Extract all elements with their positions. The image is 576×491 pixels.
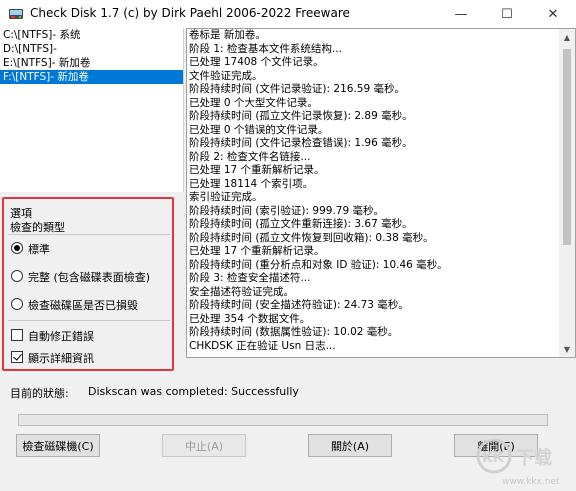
status-value: Diskscan was completed: Successfully xyxy=(88,385,299,398)
watermark-logo: KK 下载 www.kkx.net xyxy=(468,430,576,488)
log-line: 阶段持续时间 (文件记录检查错误): 1.96 毫秒。 xyxy=(189,137,413,149)
svg-text:KK: KK xyxy=(482,450,505,466)
svg-text:www.kkx.net: www.kkx.net xyxy=(502,477,560,487)
log-line: 已处理 0 个大型文件记录。 xyxy=(189,96,318,109)
drive-item-c[interactable]: C:\[NTFS]- 系统 xyxy=(0,28,183,42)
maximize-button[interactable]: ☐ xyxy=(484,0,530,28)
log-line: 索引验证完成。 xyxy=(189,191,263,203)
window-title: Check Disk 1.7 (c) by Dirk Paehl 2006-20… xyxy=(30,6,350,20)
log-line: 阶段持续时间 (重分析点和对象 ID 验证): 10.46 毫秒。 xyxy=(189,258,448,271)
options-panel: 選項 檢查的類型 標準 完整 (包含磁碟表面檢查) 檢查磁碟區是否已損毀 自動修… xyxy=(0,192,184,376)
status-label: 目前的狀態: xyxy=(10,387,69,400)
log-line: 阶段 2: 检查文件名链接... xyxy=(189,150,311,163)
auto-fix-label[interactable]: 自動修正錯誤 xyxy=(28,328,94,344)
check-disk-button[interactable]: 檢查磁碟機(C) xyxy=(16,434,100,457)
log-line: 阶段 1: 检查基本文件系统结构... xyxy=(189,42,342,55)
app-icon xyxy=(9,9,23,19)
log-line: CHKDSK 正在验证 Usn 日志... xyxy=(189,339,336,352)
log-line: 阶段持续时间 (孤立文件恢复到回收箱): 0.38 毫秒。 xyxy=(189,231,434,244)
drive-item-e[interactable]: E:\[NTFS]- 新加卷 xyxy=(0,56,183,70)
vertical-scrollbar[interactable]: ▲ ▼ xyxy=(559,29,575,357)
radio-standard[interactable] xyxy=(11,242,23,254)
close-button[interactable]: ✕ xyxy=(530,0,576,28)
log-line: 阶段持续时间 (文件记录验证): 216.59 毫秒。 xyxy=(189,83,405,95)
radio-bad-sectors[interactable] xyxy=(11,298,23,310)
title-bar: Check Disk 1.7 (c) by Dirk Paehl 2006-20… xyxy=(0,0,576,28)
log-output[interactable]: 卷标是 新加卷。 阶段 1: 检查基本文件系统结构... 已处理 17408 个文件… xyxy=(186,28,576,358)
log-line: 已处理 17 个重新解析记录。 xyxy=(189,245,325,257)
log-line: 已处理 354 个数据文件。 xyxy=(189,312,311,325)
abort-button[interactable]: 中止(A) xyxy=(162,434,246,457)
minimize-button[interactable]: — xyxy=(438,0,484,28)
drive-list[interactable]: C:\[NTFS]- 系统 D:\[NTFS]- E:\[NTFS]- 新加卷 … xyxy=(0,28,184,192)
log-line: 阶段持续时间 (孤立文件记录恢复): 2.89 毫秒。 xyxy=(189,110,413,122)
log-line: 卷标是 新加卷。 xyxy=(189,29,266,41)
verbose-label[interactable]: 顯示詳細資訊 xyxy=(28,350,94,366)
log-lines: 卷标是 新加卷。 阶段 1: 检查基本文件系统结构... 已处理 17408 个文件… xyxy=(189,29,559,357)
log-line: 阶段持续时间 (数据属性验证): 10.02 毫秒。 xyxy=(189,326,399,338)
progress-bar xyxy=(18,414,548,426)
scroll-up-icon[interactable]: ▲ xyxy=(559,29,575,45)
about-button[interactable]: 關於(A) xyxy=(308,434,392,457)
radio-bad-sectors-label[interactable]: 檢查磁碟區是否已損毀 xyxy=(28,297,138,313)
separator xyxy=(8,234,170,235)
radio-standard-label[interactable]: 標準 xyxy=(28,241,50,257)
verbose-checkbox[interactable] xyxy=(11,351,23,363)
check-type-label: 檢查的類型 xyxy=(10,221,65,234)
log-line: 已处理 18114 个索引项。 xyxy=(189,177,314,190)
log-line: 已处理 0 个错误的文件记录。 xyxy=(189,123,329,136)
scroll-thumb[interactable] xyxy=(563,49,571,245)
log-line: 已处理 17408 个文件记录。 xyxy=(189,56,324,68)
svg-text:下载: 下载 xyxy=(516,447,552,469)
log-line: 阶段持续时间 (安全描述符验证): 24.73 毫秒。 xyxy=(189,299,409,311)
drive-item-d[interactable]: D:\[NTFS]- xyxy=(0,42,183,56)
log-line: 阶段持续时间 (孤立文件重新连接): 3.67 毫秒。 xyxy=(189,218,413,230)
log-line: 文件验证完成。 xyxy=(189,69,263,82)
log-line: 安全描述符验证完成。 xyxy=(189,285,294,298)
log-line: 阶段持续时间 (索引验证): 999.79 毫秒。 xyxy=(189,204,384,217)
drive-item-f[interactable]: F:\[NTFS]- 新加卷 xyxy=(0,70,183,84)
radio-full[interactable] xyxy=(11,270,23,282)
auto-fix-checkbox[interactable] xyxy=(11,329,23,341)
radio-full-label[interactable]: 完整 (包含磁碟表面檢查) xyxy=(28,269,150,285)
log-line: 阶段 3: 检查安全描述符... xyxy=(189,272,311,284)
log-line: 已处理 17 个重新解析记录。 xyxy=(189,164,325,176)
separator xyxy=(8,320,170,321)
watermark-graphic: KK 下载 www.kkx.net xyxy=(476,438,560,487)
scroll-down-icon[interactable]: ▼ xyxy=(559,341,575,357)
